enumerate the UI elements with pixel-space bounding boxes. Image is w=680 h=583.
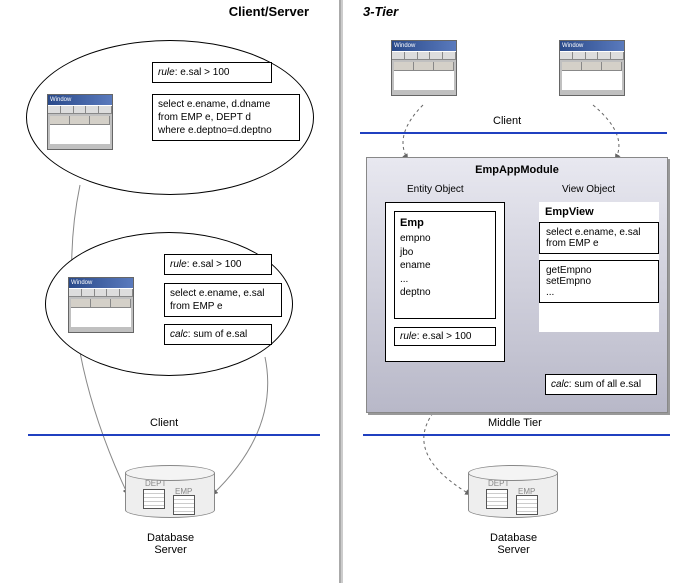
entity-attributes: empno jbo ename ... deptno: [400, 232, 490, 300]
window-icon: Window: [68, 277, 134, 333]
rule-box-2: rule: e.sal > 100rule: e.sal > 100: [164, 254, 272, 275]
window-title: Window: [48, 95, 112, 105]
database-icon: DEPT EMP: [125, 465, 215, 525]
db-server-label: Database Server: [490, 532, 537, 556]
view-name: EmpView: [545, 206, 653, 218]
database-icon: DEPT EMP: [468, 465, 558, 525]
blue-separator: [28, 434, 320, 436]
three-tier-column: 3-Tier Window Window Client EmpAppModule…: [343, 0, 680, 583]
window-title: Window: [392, 41, 456, 51]
view-object-box: EmpView select e.ename, e.sal from EMP e…: [539, 202, 659, 332]
app-module-panel: EmpAppModule Entity Object View Object E…: [366, 157, 668, 413]
dept-table-label: DEPT: [145, 479, 166, 488]
client-tier-label: Client: [150, 417, 178, 429]
window-icon: Window: [559, 40, 625, 96]
client-tier-label: Client: [493, 115, 521, 127]
client-server-column: Client/Server Window rule: rule: e.sal >…: [0, 0, 339, 583]
view-calc-box: calc: sum of all e.salcalc: sum of all e…: [545, 374, 657, 395]
blue-separator: [360, 132, 667, 134]
blue-separator: [363, 434, 670, 436]
rule-box-1: rule: rule: e.sal > 100e.sal > 100: [152, 62, 272, 83]
calc-box-2: calc: sum of e.salcalc: sum of e.sal: [164, 324, 272, 345]
three-tier-heading: 3-Tier: [363, 4, 398, 19]
client-server-heading: Client/Server: [229, 4, 309, 19]
sql-box-1: select e.ename, d.dname from EMP e, DEPT…: [152, 94, 300, 141]
view-sql-box: select e.ename, e.sal from EMP e: [539, 222, 659, 254]
entity-name: Emp: [400, 217, 490, 229]
window-icon: Window: [47, 94, 113, 150]
entity-inner-box: Emp empno jbo ename ... deptno: [394, 211, 496, 319]
table-icon: [486, 489, 508, 509]
db-server-label: Database Server: [147, 532, 194, 556]
window-icon: Window: [391, 40, 457, 96]
table-icon: [516, 495, 538, 515]
middle-tier-label: Middle Tier: [488, 417, 542, 429]
entity-rule-box: rule: e.sal > 100rule: e.sal > 100: [394, 327, 496, 346]
window-title: Window: [560, 41, 624, 51]
table-icon: [143, 489, 165, 509]
module-title: EmpAppModule: [367, 158, 667, 176]
view-object-heading: View Object: [562, 184, 615, 195]
window-title: Window: [69, 278, 133, 288]
entity-object-heading: Entity Object: [407, 184, 464, 195]
entity-object-box: Emp empno jbo ename ... deptno rule: e.s…: [385, 202, 505, 362]
sql-box-2: select e.ename, e.sal from EMP e: [164, 283, 282, 317]
view-methods-box: getEmpno setEmpno ...: [539, 260, 659, 303]
table-icon: [173, 495, 195, 515]
dept-table-label: DEPT: [488, 479, 509, 488]
